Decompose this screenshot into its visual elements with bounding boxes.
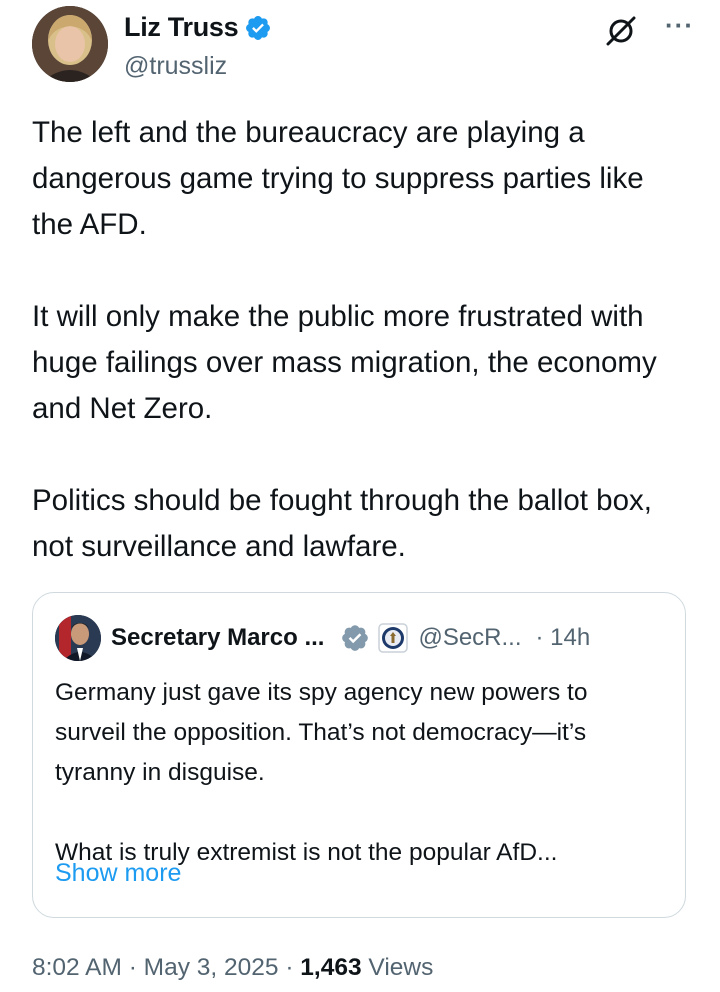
tweet-date[interactable]: May 3, 2025 (144, 954, 279, 981)
tweet-paragraph: It will only make the public more frustr… (32, 300, 657, 425)
quoted-timestamp[interactable]: · 14h (536, 624, 591, 652)
meta-separator: · (121, 954, 144, 981)
quoted-author-handle[interactable]: @SecR... (418, 624, 521, 652)
quoted-author-name[interactable]: Secretary Marco ... (111, 624, 324, 652)
tweet-header: Liz Truss @trussliz ··· (32, 6, 696, 86)
tweet-time[interactable]: 8:02 AM (32, 954, 122, 981)
tweet-text: The left and the bureaucracy are playing… (32, 110, 692, 570)
state-department-seal-icon (378, 623, 409, 653)
tweet-meta: 8:02 AM · May 3, 2025 · 1,463 Views (32, 954, 433, 982)
tweet-paragraph: Politics should be fought through the ba… (32, 484, 652, 563)
tweet-paragraph: The left and the bureaucracy are playing… (32, 116, 644, 241)
author-name-row: Liz Truss (124, 12, 272, 43)
views-label: Views (361, 954, 434, 981)
quoted-tweet-text: Germany just gave its spy agency new pow… (55, 673, 665, 873)
views-count: 1,463 (300, 954, 362, 981)
author-avatar[interactable] (32, 6, 108, 82)
verified-badge-icon (246, 15, 271, 40)
grok-icon[interactable] (604, 14, 638, 48)
gray-verified-badge-icon (342, 625, 369, 651)
quoted-tweet-card[interactable]: Secretary Marco ... @SecR... · 14h Germa… (32, 592, 686, 918)
meta-separator: · (278, 954, 301, 981)
quoted-tweet-header: Secretary Marco ... @SecR... · 14h (55, 613, 665, 663)
quoted-paragraph: Germany just gave its spy agency new pow… (55, 679, 588, 786)
quoted-author-avatar[interactable] (55, 615, 101, 661)
author-handle[interactable]: @trussliz (124, 52, 227, 81)
more-options-icon[interactable]: ··· (665, 10, 694, 41)
author-name[interactable]: Liz Truss (124, 12, 239, 43)
show-more-link[interactable]: Show more (55, 859, 181, 888)
